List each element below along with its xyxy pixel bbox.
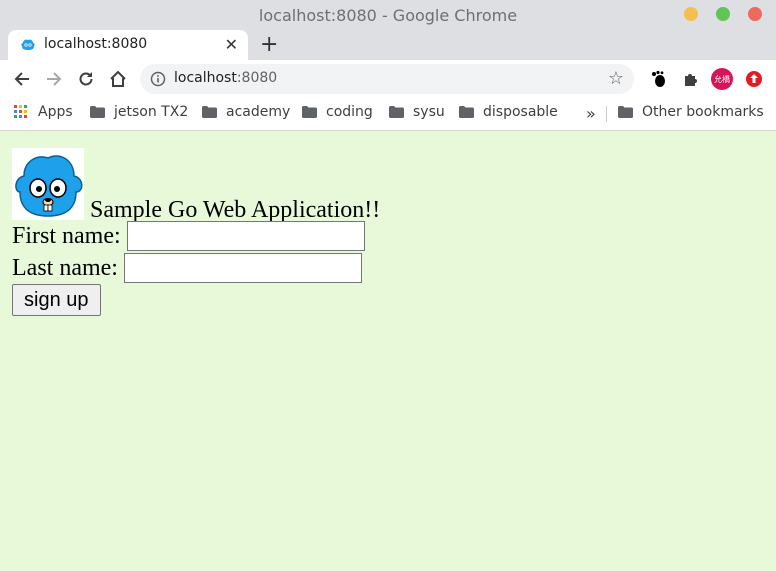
bookmark-label: Apps [38, 104, 73, 120]
bookmark-folder-other[interactable]: Other bookmarks [618, 104, 764, 120]
extensions-button[interactable] [680, 68, 702, 90]
folder-icon [389, 106, 404, 118]
close-tab-icon[interactable]: ✕ [225, 35, 238, 54]
profile-avatar[interactable]: 允橋 [711, 68, 733, 90]
gopher-favicon-icon [21, 39, 35, 50]
first-name-field[interactable] [126, 221, 365, 251]
back-button[interactable] [12, 69, 32, 89]
window-titlebar: localhost:8080 - Google Chrome [0, 0, 776, 30]
first-name-row: First name: [12, 220, 752, 252]
tab-title: localhost:8080 [44, 36, 148, 52]
last-name-label: Last name: [12, 254, 118, 281]
bookmarks-bar: Apps jetson TX2 academy coding sysu disp… [0, 98, 776, 131]
reload-button[interactable] [76, 69, 96, 89]
tab-active[interactable]: localhost:8080 ✕ [8, 30, 248, 60]
page-heading: Sample Go Web Application!! [90, 197, 381, 223]
last-name-field[interactable] [123, 253, 362, 283]
address-bar[interactable]: localhost:8080 ☆ [140, 64, 634, 94]
bookmark-label: sysu [413, 104, 445, 120]
folder-icon [90, 106, 105, 118]
bookmarks-overflow-button[interactable]: » [586, 104, 596, 123]
bookmark-label: jetson TX2 [114, 104, 189, 120]
bookmark-folder-disposable[interactable]: disposable [459, 104, 558, 120]
back-arrow-icon [14, 72, 29, 86]
avatar-circle: 允橋 [711, 68, 733, 90]
bookmark-folder-sysu[interactable]: sysu [389, 104, 445, 120]
puzzle-icon [685, 74, 697, 86]
url-text: localhost:8080 [174, 70, 277, 86]
bookmark-label: disposable [483, 104, 558, 120]
home-icon [110, 70, 126, 87]
bookmark-folder-jetson[interactable]: jetson TX2 [90, 104, 188, 120]
sign-up-button[interactable]: sign up [12, 284, 101, 316]
gnome-foot-icon [652, 70, 665, 87]
tab-strip: localhost:8080 ✕ + [0, 30, 776, 60]
window-title: localhost:8080 - Google Chrome [258, 5, 518, 25]
info-icon[interactable] [150, 71, 166, 87]
new-tab-button[interactable]: + [260, 32, 278, 57]
home-button[interactable] [108, 69, 128, 89]
hero-row: Sample Go Web Application!! [12, 144, 752, 223]
gopher-logo-icon [12, 148, 84, 220]
close-window-button[interactable] [748, 7, 762, 21]
bookmark-label: academy [226, 104, 291, 120]
url-port: :8080 [236, 70, 278, 86]
upload-circle-icon [746, 71, 762, 87]
reload-icon [79, 72, 93, 86]
last-name-row: Last name: [12, 252, 752, 284]
browser-toolbar: localhost:8080 ☆ 允橋 [0, 60, 776, 98]
update-extension-button[interactable] [743, 68, 765, 90]
bookmark-folder-coding[interactable]: coding [302, 104, 373, 120]
folder-icon [459, 106, 474, 118]
forward-arrow-icon [47, 72, 62, 86]
page-content: Sample Go Web Application!! First name: … [12, 144, 752, 316]
url-host: localhost [174, 70, 237, 86]
forward-button[interactable] [44, 69, 64, 89]
bookmark-star-icon[interactable]: ☆ [608, 68, 624, 89]
folder-icon [618, 106, 633, 118]
folder-icon [302, 106, 317, 118]
first-name-label: First name: [12, 222, 121, 249]
apps-grid-icon [14, 105, 27, 118]
maximize-button[interactable] [716, 7, 730, 21]
avatar-text: 允橋 [714, 74, 730, 84]
window-controls [684, 7, 762, 21]
gnome-extension-button[interactable] [648, 68, 670, 90]
bookmark-apps[interactable]: Apps [14, 104, 73, 120]
overflow-chevron-icon: » [586, 104, 596, 123]
minimize-button[interactable] [684, 7, 698, 21]
bookmark-label: Other bookmarks [642, 104, 764, 120]
bookmark-folder-academy[interactable]: academy [202, 104, 290, 120]
folder-icon [202, 106, 217, 118]
bookmark-label: coding [326, 104, 373, 120]
bookmarks-separator [606, 106, 607, 122]
